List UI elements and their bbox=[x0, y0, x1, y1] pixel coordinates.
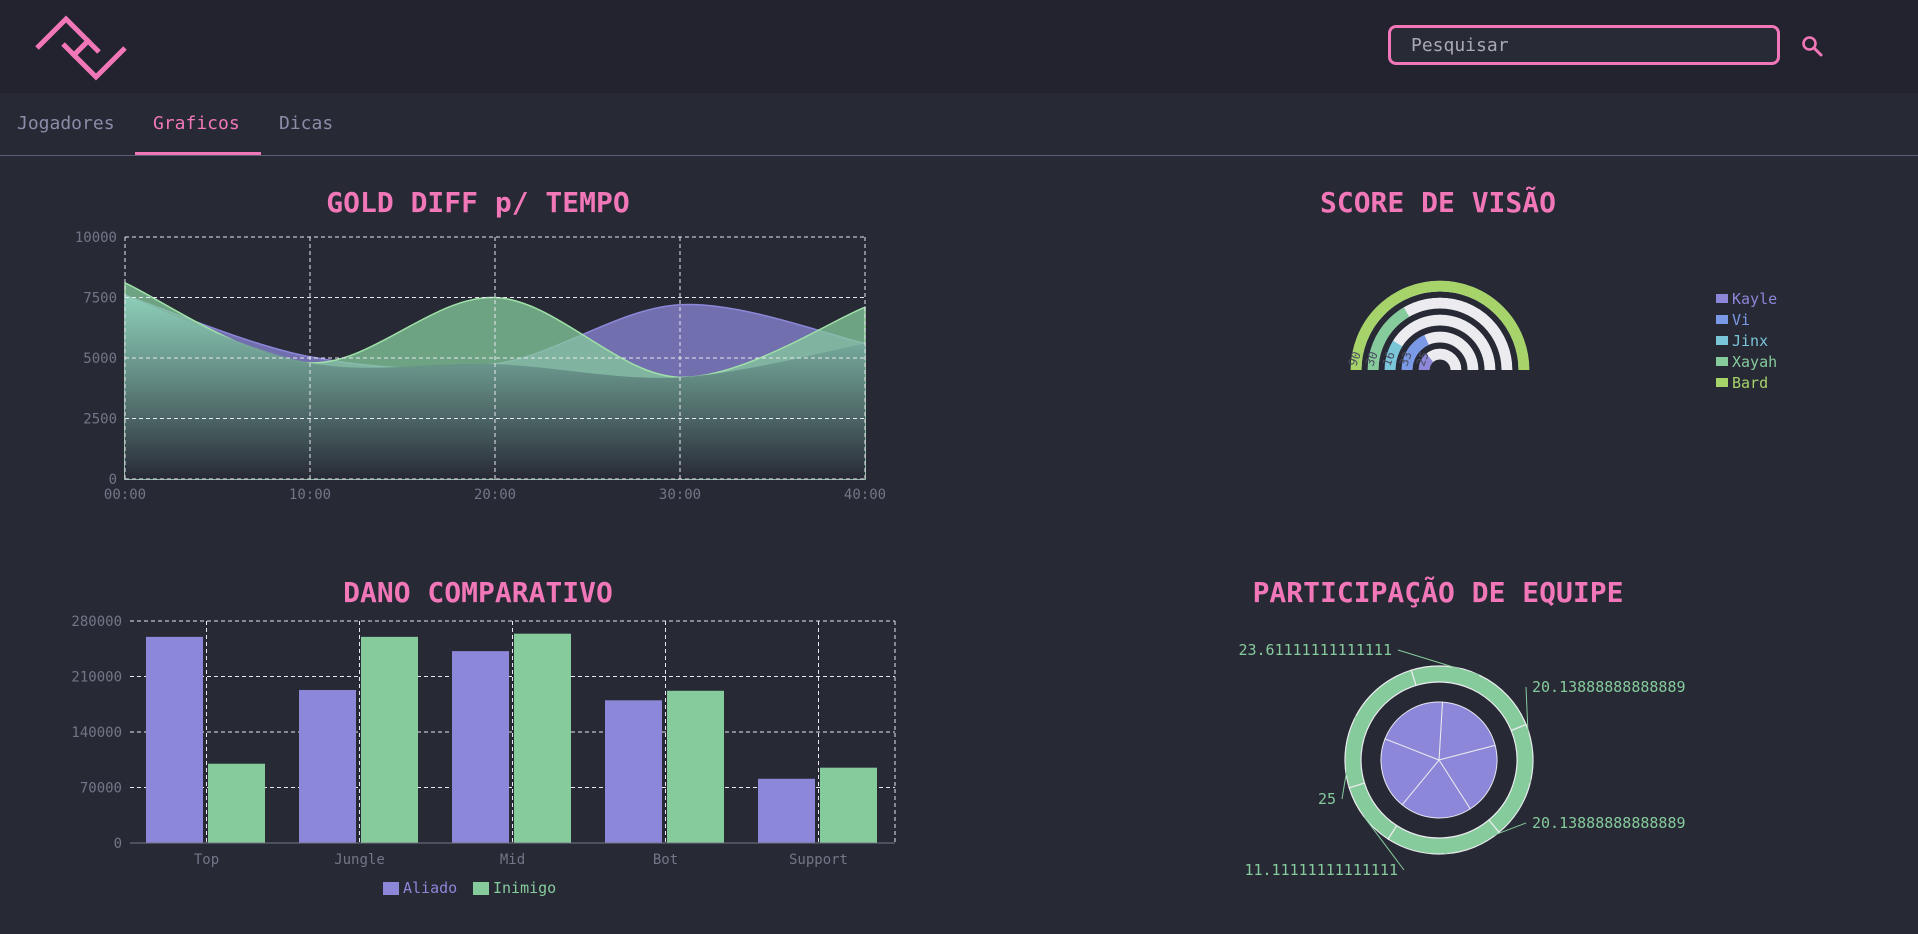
vision-score-chart: 2533163090 bbox=[1346, 279, 1531, 375]
gold-chart-title: GOLD DIFF p/ TEMPO bbox=[326, 186, 630, 219]
damage-legend-swatch bbox=[473, 882, 489, 895]
vision-legend-item[interactable]: Vi bbox=[1716, 311, 1750, 329]
legend-swatch bbox=[1716, 294, 1728, 303]
participation-value-label: 20.13888888888889 bbox=[1532, 678, 1686, 696]
damage-bar-aliado bbox=[452, 651, 509, 843]
damage-bar-inimigo bbox=[208, 763, 265, 843]
gold-diff-chart: 0 2500 5000 7500 10000 00:00 10:00 20:00 30:00 40… bbox=[75, 230, 886, 503]
gold-x-tick-label: 10:00 bbox=[289, 487, 331, 503]
damage-bar-inimigo bbox=[667, 690, 724, 843]
participation-outer-slice bbox=[1487, 723, 1534, 834]
damage-legend-label: Aliado bbox=[403, 879, 457, 897]
damage-x-tick-label: Bot bbox=[653, 852, 678, 868]
damage-x-tick-label: Jungle bbox=[334, 852, 385, 868]
gold-x-tick-label: 40:00 bbox=[844, 487, 886, 503]
gold-x-tick-label: 00:00 bbox=[104, 487, 146, 503]
vision-legend-item[interactable]: Bard bbox=[1716, 374, 1768, 392]
damage-bar-aliado bbox=[299, 689, 356, 843]
legend-swatch bbox=[1716, 378, 1728, 387]
damage-y-tick-label: 0 bbox=[114, 836, 122, 852]
damage-bar-inimigo bbox=[514, 633, 571, 843]
damage-y-tick-label: 140000 bbox=[71, 725, 122, 741]
active-tab-indicator bbox=[135, 152, 261, 155]
legend-swatch bbox=[1716, 315, 1728, 324]
gold-y-tick-label: 2500 bbox=[83, 412, 117, 428]
vision-legend-item[interactable]: Jinx bbox=[1716, 332, 1768, 350]
legend-label: Xayah bbox=[1732, 353, 1778, 371]
tab-dicas[interactable]: Dicas bbox=[279, 93, 333, 155]
tab-bar: Jogadores Graficos Dicas bbox=[0, 93, 1918, 156]
vision-center-dot bbox=[1435, 365, 1445, 375]
damage-y-tick-label: 70000 bbox=[80, 781, 122, 797]
participation-chart-title: PARTICIPAÇÃO DE EQUIPE bbox=[1252, 576, 1624, 609]
gold-y-tick-label: 0 bbox=[109, 472, 117, 488]
participation-value-label: 23.61111111111111 bbox=[1238, 641, 1392, 659]
tab-graficos[interactable]: Graficos bbox=[153, 93, 240, 155]
top-bar bbox=[0, 0, 1918, 93]
damage-x-tick-label: Support bbox=[789, 852, 848, 868]
participation-value-label: 25 bbox=[1318, 790, 1336, 808]
damage-x-tick-label: Top bbox=[194, 852, 219, 868]
legend-label: Vi bbox=[1732, 311, 1751, 329]
damage-legend-label: Inimigo bbox=[493, 879, 556, 897]
gold-y-tick-label: 5000 bbox=[83, 351, 117, 367]
legend-label: Kayle bbox=[1732, 290, 1778, 308]
damage-bar-inimigo bbox=[820, 767, 877, 843]
damage-bar-inimigo bbox=[361, 636, 418, 843]
search-input[interactable] bbox=[1388, 25, 1780, 65]
tab-jogadores[interactable]: Jogadores bbox=[17, 93, 115, 155]
legend-label: Bard bbox=[1732, 374, 1769, 392]
vision-legend-item[interactable]: Xayah bbox=[1716, 353, 1777, 371]
participation-outer-slice bbox=[1387, 819, 1500, 855]
gold-x-tick-label: 30:00 bbox=[659, 487, 701, 503]
damage-y-tick-label: 210000 bbox=[71, 670, 122, 686]
legend-label: Jinx bbox=[1732, 332, 1769, 350]
gold-y-tick-label: 10000 bbox=[75, 230, 117, 246]
gold-x-tick-label: 20:00 bbox=[474, 487, 516, 503]
gold-y-tick-label: 7500 bbox=[83, 291, 117, 307]
damage-bar-aliado bbox=[146, 636, 203, 843]
legend-swatch bbox=[1716, 357, 1728, 366]
vision-legend-item[interactable]: Kayle bbox=[1716, 290, 1777, 308]
participation-value-label: 20.13888888888889 bbox=[1532, 814, 1686, 832]
search-icon[interactable] bbox=[1800, 34, 1824, 58]
damage-legend-swatch bbox=[383, 882, 399, 895]
damage-bar-aliado bbox=[605, 700, 662, 843]
legend-swatch bbox=[1716, 336, 1728, 345]
damage-comparison-chart: 0 70000 140000 210000 280000 Top Jungle Mid Bot S… bbox=[71, 614, 896, 897]
damage-x-tick-label: Mid bbox=[500, 852, 525, 868]
participation-value-label: 11.11111111111111 bbox=[1244, 861, 1398, 879]
team-participation-chart: 23.61111111111111 20.13888888888889 20.138… bbox=[1238, 641, 1686, 879]
damage-chart-title: DANO COMPARATIVO bbox=[343, 576, 613, 609]
vision-legend: Kayle Vi Jinx Xayah Bard bbox=[1716, 290, 1816, 400]
damage-y-tick-label: 280000 bbox=[71, 614, 122, 630]
damage-bar-aliado bbox=[758, 778, 815, 843]
logo-icon[interactable] bbox=[33, 13, 129, 83]
vision-chart-title: SCORE DE VISÃO bbox=[1319, 186, 1556, 219]
